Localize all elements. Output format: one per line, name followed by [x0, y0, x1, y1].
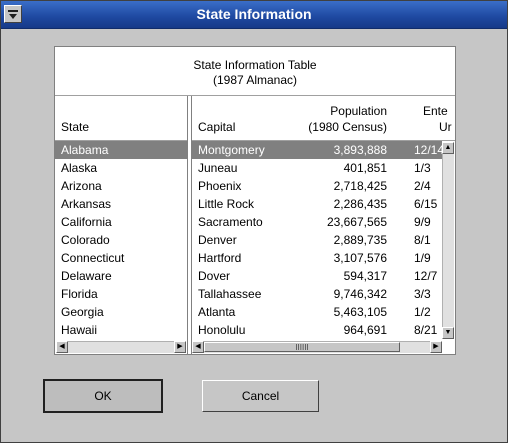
- vertical-scrollbar[interactable]: ▲ ▼: [442, 142, 454, 339]
- ok-button[interactable]: OK: [43, 379, 163, 413]
- state-cell: Georgia: [61, 305, 104, 319]
- table-row[interactable]: Arizona: [55, 177, 187, 195]
- population-cell: 23,667,565: [326, 215, 387, 229]
- window-title: State Information: [196, 6, 312, 22]
- scroll-up-arrow-icon[interactable]: ▲: [442, 142, 454, 154]
- entered-union-cell: 2/4: [414, 179, 431, 193]
- column-header-state[interactable]: State: [61, 120, 89, 135]
- state-cell: Colorado: [61, 233, 110, 247]
- capital-cell: Denver: [198, 233, 237, 247]
- table-title-line1: State Information Table: [193, 58, 317, 72]
- scroll-down-arrow-icon[interactable]: ▼: [442, 327, 454, 339]
- state-info-table: State Information Table (1987 Almanac) S…: [54, 46, 456, 355]
- state-cell: Arkansas: [61, 197, 112, 211]
- entered-union-cell: 8/21: [414, 323, 438, 337]
- table-row[interactable]: Alaska: [55, 159, 187, 177]
- state-cell: Florida: [61, 287, 98, 301]
- column-header-capital[interactable]: Capital: [198, 120, 235, 135]
- cancel-button[interactable]: Cancel: [202, 380, 319, 412]
- state-cell: Arizona: [61, 179, 102, 193]
- entered-union-cell: 9/9: [414, 215, 431, 229]
- table-row[interactable]: Sacramento 23,667,565 9/9: [192, 213, 442, 231]
- state-cell: California: [61, 215, 112, 229]
- scroll-left-arrow-icon[interactable]: ◀: [56, 341, 68, 353]
- capital-cell: Hartford: [198, 251, 242, 265]
- state-cell: Alabama: [61, 143, 109, 157]
- entered-union-cell: 1/9: [414, 251, 431, 265]
- capital-cell: Sacramento: [198, 215, 263, 229]
- capital-cell: Honolulu: [198, 323, 246, 337]
- column-header-population-line1[interactable]: Population: [295, 104, 387, 119]
- capital-cell: Montgomery: [198, 143, 265, 157]
- population-cell: 3,893,888: [333, 143, 387, 157]
- scroll-right-arrow-icon[interactable]: ▶: [430, 341, 442, 353]
- population-cell: 9,746,342: [333, 287, 387, 301]
- table-title: State Information Table (1987 Almanac): [55, 47, 455, 96]
- population-cell: 2,889,735: [333, 233, 387, 247]
- state-cell: Alaska: [61, 161, 98, 175]
- capital-cell: Dover: [198, 269, 231, 283]
- table-row[interactable]: Delaware: [55, 267, 187, 285]
- table-row[interactable]: Hawaii: [55, 321, 187, 339]
- population-cell: 964,691: [343, 323, 387, 337]
- table-row[interactable]: Arkansas: [55, 195, 187, 213]
- detail-columns: Montgomery 3,893,888 12/14 Juneau 401,851 1/3…: [192, 141, 442, 339]
- state-cell: Connecticut: [61, 251, 125, 265]
- state-cell: Hawaii: [61, 323, 98, 337]
- detail-horizontal-scrollbar[interactable]: ◀ IIIIII ▶: [192, 341, 442, 353]
- table-row[interactable]: California: [55, 213, 187, 231]
- table-row[interactable]: Florida: [55, 285, 187, 303]
- population-cell: 5,463,105: [333, 305, 387, 319]
- entered-union-cell: 3/3: [414, 287, 431, 301]
- entered-union-cell: 8/1: [414, 233, 431, 247]
- table-row[interactable]: Juneau 401,851 1/3: [192, 159, 442, 177]
- table-row[interactable]: Denver 2,889,735 8/1: [192, 231, 442, 249]
- capital-cell: Juneau: [198, 161, 238, 175]
- entered-union-cell: 1/3: [414, 161, 431, 175]
- entered-union-cell: 12/14: [414, 143, 442, 157]
- table-row[interactable]: Phoenix 2,718,425 2/4: [192, 177, 442, 195]
- state-information-dialog: State Information State Information Tabl…: [0, 0, 508, 443]
- entered-union-cell: 12/7: [414, 269, 438, 283]
- population-cell: 401,851: [343, 161, 387, 175]
- state-column-horizontal-scrollbar[interactable]: ◀ ▶: [56, 341, 186, 353]
- table-row[interactable]: Dover 594,317 12/7: [192, 267, 442, 285]
- entered-union-cell: 1/2: [414, 305, 431, 319]
- table-row[interactable]: Atlanta 5,463,105 1/2: [192, 303, 442, 321]
- entered-union-cell: 6/15: [414, 197, 438, 211]
- column-header-entered-line1[interactable]: Ente: [423, 104, 455, 119]
- table-row[interactable]: Montgomery 3,893,888 12/14: [192, 141, 442, 159]
- table-title-line2: (1987 Almanac): [212, 73, 298, 87]
- table-row[interactable]: Honolulu 964,691 8/21: [192, 321, 442, 339]
- scroll-right-arrow-icon[interactable]: ▶: [174, 341, 186, 353]
- capital-cell: Tallahassee: [198, 287, 262, 301]
- state-cell: Delaware: [61, 269, 112, 283]
- table-row[interactable]: Colorado: [55, 231, 187, 249]
- population-cell: 2,718,425: [333, 179, 387, 193]
- scroll-left-arrow-icon[interactable]: ◀: [192, 341, 204, 353]
- column-header-population-line2[interactable]: (1980 Census): [295, 120, 387, 135]
- population-cell: 2,286,435: [333, 197, 387, 211]
- table-row[interactable]: Connecticut: [55, 249, 187, 267]
- table-row[interactable]: Tallahassee 9,746,342 3/3: [192, 285, 442, 303]
- table-row[interactable]: Georgia: [55, 303, 187, 321]
- table-row[interactable]: Hartford 3,107,576 1/9: [192, 249, 442, 267]
- table-row[interactable]: Alabama: [55, 141, 187, 159]
- table-row[interactable]: Little Rock 2,286,435 6/15: [192, 195, 442, 213]
- horizontal-scroll-thumb[interactable]: IIIIII: [204, 342, 400, 352]
- capital-cell: Little Rock: [198, 197, 255, 211]
- column-header-entered-line2[interactable]: Ur: [439, 120, 455, 135]
- state-column: Alabama Alaska Arizona Arkansas California Co…: [55, 141, 187, 339]
- population-cell: 594,317: [343, 269, 387, 283]
- title-bar[interactable]: State Information: [1, 1, 507, 29]
- population-cell: 3,107,576: [333, 251, 387, 265]
- capital-cell: Atlanta: [198, 305, 236, 319]
- capital-cell: Phoenix: [198, 179, 242, 193]
